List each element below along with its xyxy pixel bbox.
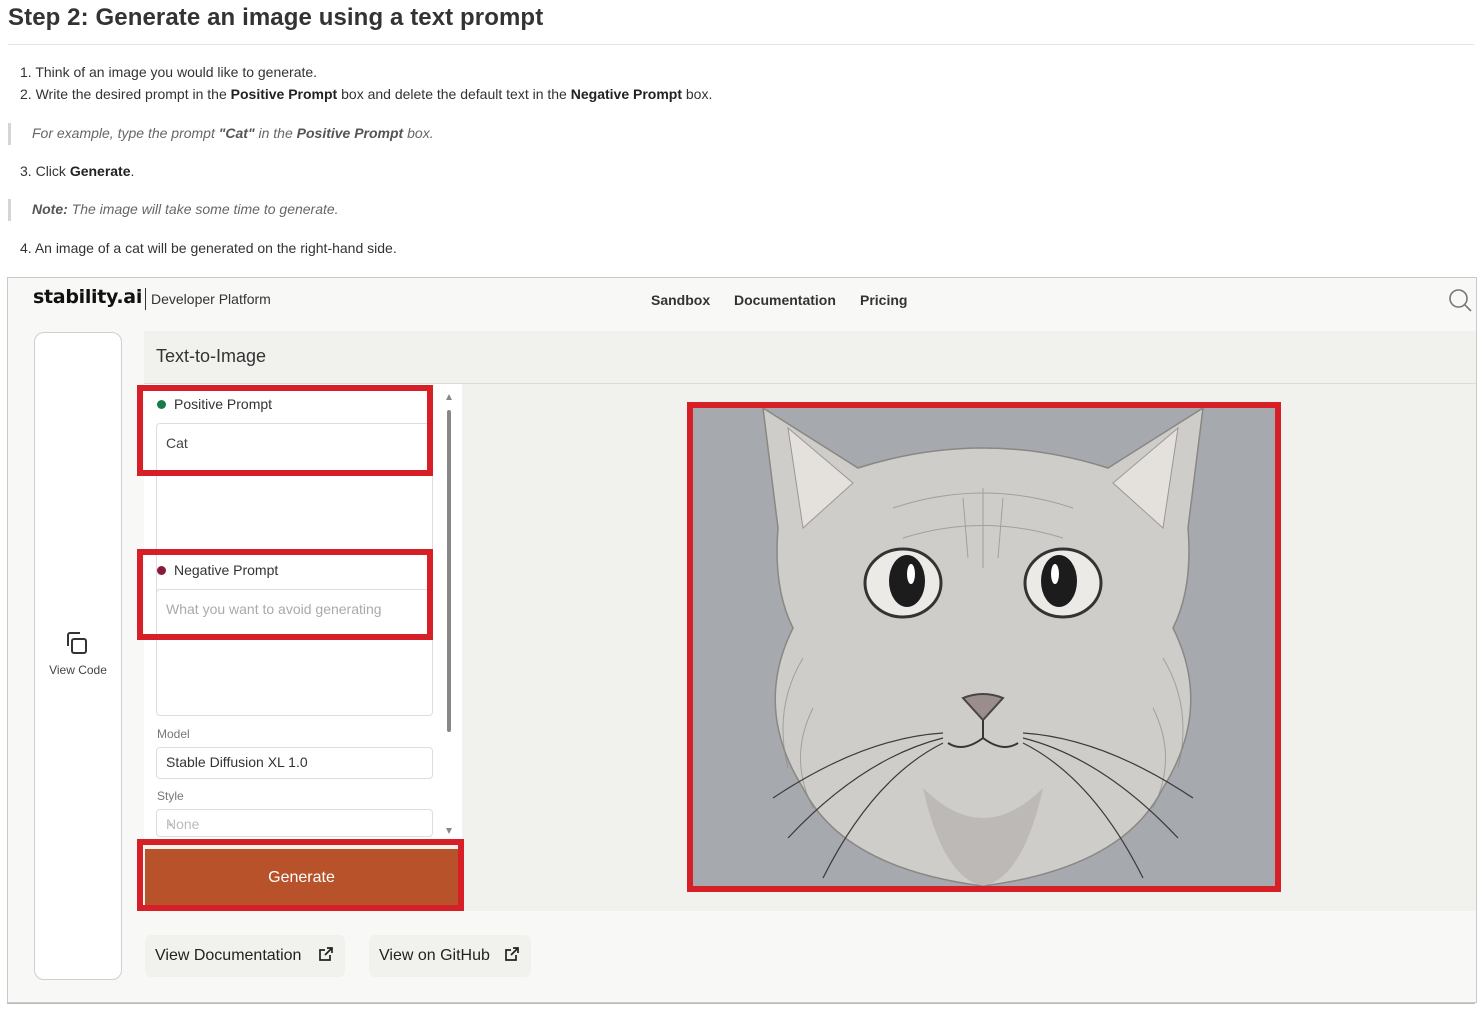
- step-2: 2. Write the desired prompt in the Posit…: [20, 86, 712, 102]
- logo[interactable]: stability.ai: [33, 286, 142, 308]
- quote-bold: "Cat": [218, 125, 255, 141]
- step-text: Think of an image you would like to gene…: [35, 64, 318, 80]
- step-text: box and delete the default text in the: [337, 86, 571, 102]
- model-label: Model: [157, 727, 190, 741]
- screenshot-bottom-border: [7, 1003, 1475, 1004]
- external-link-icon: [319, 947, 333, 961]
- left-rail: View Code: [34, 332, 122, 980]
- external-link-icon: [505, 947, 519, 961]
- negative-dot-icon: [157, 566, 166, 575]
- step-text: box.: [682, 86, 713, 102]
- example-quote: For example, type the prompt "Cat" in th…: [8, 123, 632, 145]
- generate-button[interactable]: Generate: [145, 849, 458, 907]
- view-documentation-label: View Documentation: [155, 947, 302, 964]
- search-icon[interactable]: [1448, 288, 1472, 312]
- step-text: .: [130, 163, 135, 179]
- step-number: 3.: [20, 163, 32, 179]
- style-select[interactable]: None ⌄: [156, 809, 433, 837]
- logo-separator: [145, 288, 146, 310]
- step-bold: Negative Prompt: [570, 86, 682, 102]
- negative-prompt-placeholder: What you want to avoid generating: [166, 601, 382, 617]
- positive-dot-icon: [157, 400, 166, 409]
- step-text: Click: [35, 163, 70, 179]
- nav-sandbox[interactable]: Sandbox: [651, 292, 710, 308]
- note-quote: Note: The image will take some time to g…: [8, 199, 632, 221]
- positive-prompt-label: Positive Prompt: [174, 396, 273, 412]
- quote-bold: Note:: [32, 201, 68, 217]
- quote-text: box.: [403, 125, 434, 141]
- chevron-down-icon: ⌄: [166, 755, 176, 767]
- divider: [8, 44, 1474, 45]
- quote-text: For example, type the prompt: [32, 125, 219, 141]
- style-label: Style: [157, 789, 184, 803]
- generated-image: [687, 402, 1281, 892]
- nav-pricing[interactable]: Pricing: [860, 292, 907, 308]
- view-code-label[interactable]: View Code: [35, 663, 121, 677]
- chevron-down-icon: ⌄: [166, 817, 176, 829]
- step-4: 4. An image of a cat will be generated o…: [20, 240, 397, 256]
- scrollbar-thumb[interactable]: [447, 410, 451, 732]
- negative-prompt-input[interactable]: What you want to avoid generating: [156, 589, 433, 716]
- step-1: 1. Think of an image you would like to g…: [20, 64, 317, 80]
- step-bold: Generate: [69, 163, 131, 179]
- view-github-button[interactable]: View on GitHub: [369, 935, 531, 977]
- cat-image: [693, 408, 1275, 886]
- form-scrollbar[interactable]: [442, 391, 456, 839]
- step-3: 3. Click Generate.: [20, 163, 134, 179]
- scroll-up-icon[interactable]: [446, 394, 452, 400]
- positive-prompt-value: Cat: [166, 435, 188, 451]
- quote-text: The image will take some time to generat…: [67, 201, 339, 217]
- quote-text: in the: [254, 125, 297, 141]
- step-text: Write the desired prompt in the: [35, 86, 231, 102]
- model-select[interactable]: Stable Diffusion XL 1.0 ⌄: [156, 747, 433, 779]
- platform-label: Developer Platform: [151, 291, 271, 307]
- page-title: Step 2: Generate an image using a text p…: [8, 4, 544, 31]
- panel-title: Text-to-Image: [156, 346, 267, 366]
- step-number: 2.: [20, 86, 32, 102]
- step-text: An image of a cat will be generated on t…: [34, 240, 397, 256]
- view-documentation-button[interactable]: View Documentation: [145, 935, 345, 977]
- step-number: 1.: [20, 64, 32, 80]
- nav-documentation[interactable]: Documentation: [734, 292, 836, 308]
- quote-bold: Positive Prompt: [296, 125, 404, 141]
- scroll-down-icon[interactable]: [446, 828, 452, 834]
- step-number: 4.: [20, 240, 32, 256]
- copy-icon[interactable]: [63, 629, 91, 657]
- negative-prompt-label: Negative Prompt: [174, 562, 279, 578]
- view-github-label: View on GitHub: [379, 947, 490, 964]
- step-bold: Positive Prompt: [230, 86, 338, 102]
